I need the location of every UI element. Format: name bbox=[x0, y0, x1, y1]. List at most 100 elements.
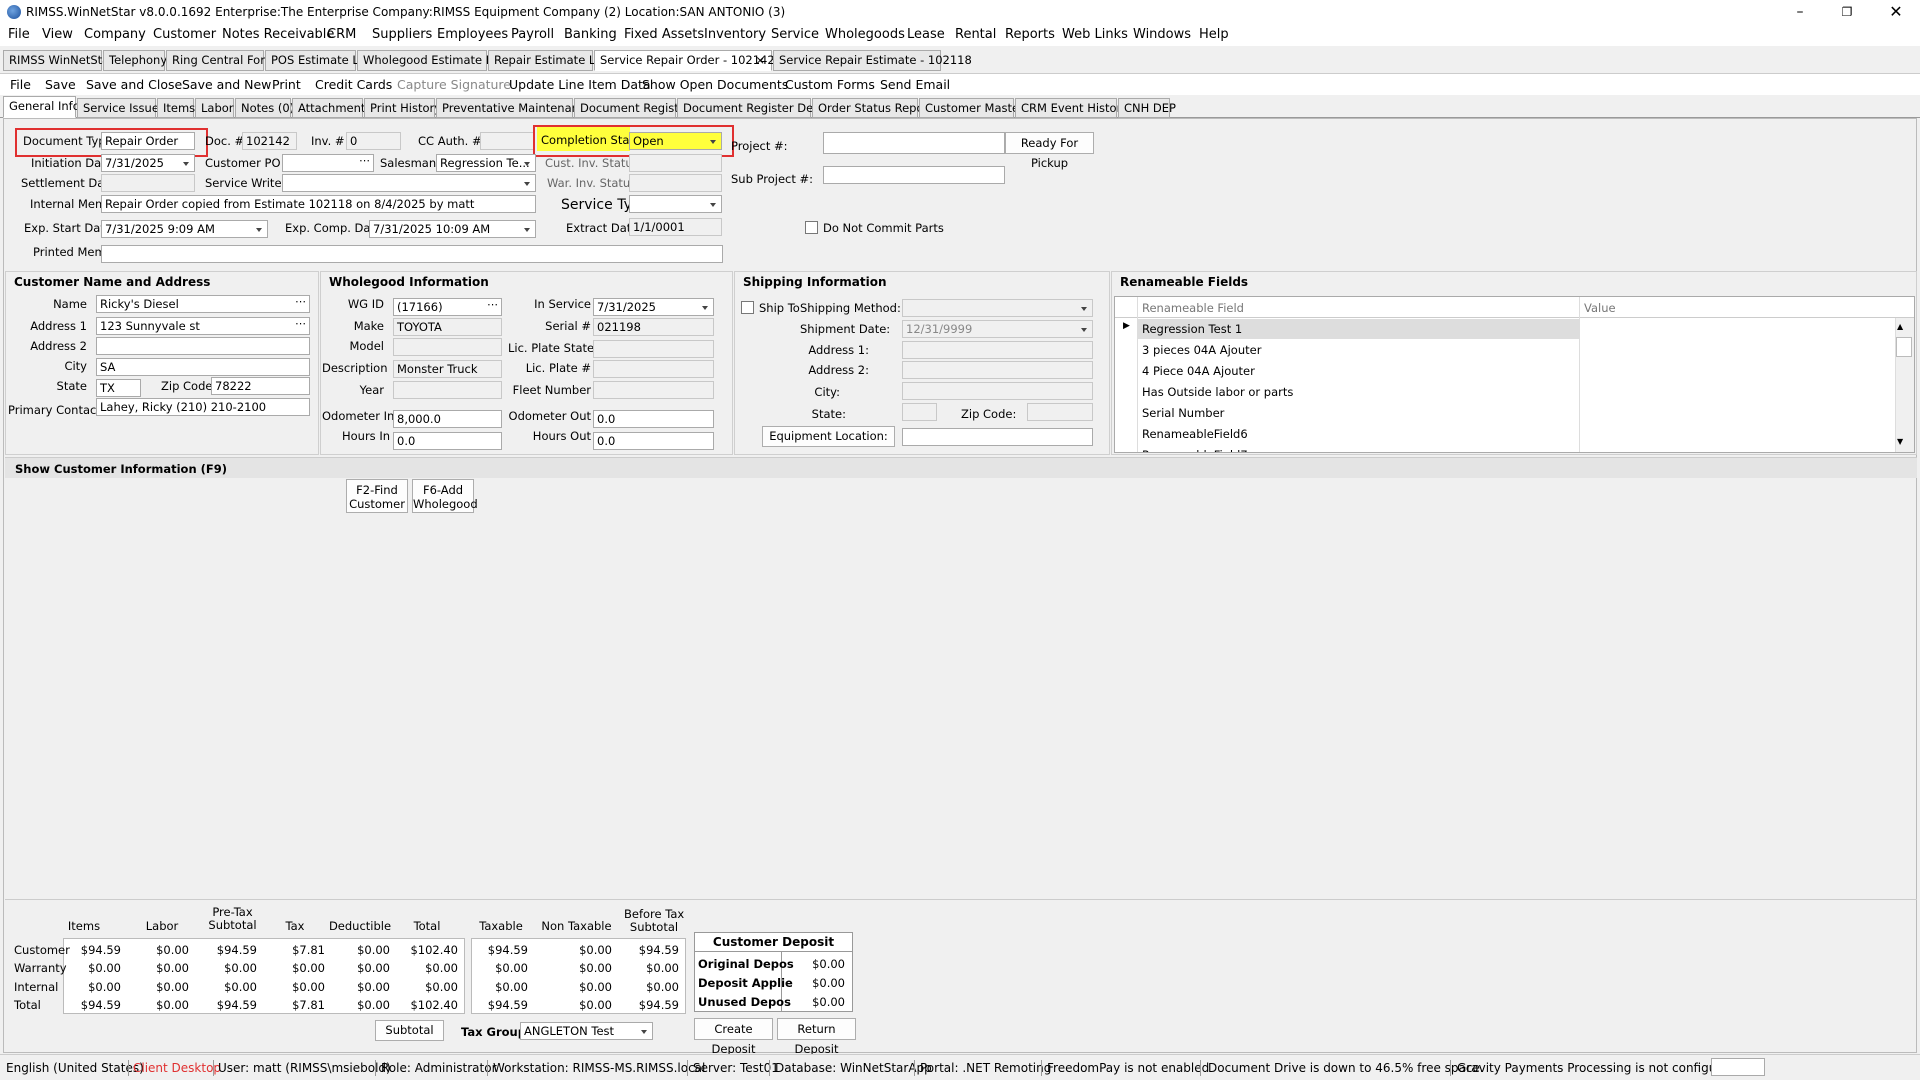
doc-number-field[interactable]: 102142 bbox=[242, 132, 297, 150]
grid-row[interactable]: RenameableField7 bbox=[1142, 448, 1248, 452]
inv-number-field[interactable]: 0 bbox=[346, 132, 401, 150]
city-field[interactable]: SA bbox=[96, 358, 310, 376]
internal-memo-field[interactable]: Repair Order copied from Estimate 102118… bbox=[101, 195, 536, 213]
menu-rental[interactable]: Rental bbox=[955, 27, 996, 42]
tab-document-register[interactable]: Document Register bbox=[574, 98, 691, 118]
show-customer-bar[interactable]: Show Customer Information (F9) bbox=[5, 457, 1917, 478]
menu-reports[interactable]: Reports bbox=[1005, 27, 1055, 42]
tab-telephony[interactable]: Telephony bbox=[103, 50, 167, 71]
odometer-in-field[interactable]: 8,000.0 bbox=[393, 410, 502, 428]
save-and-new-button[interactable]: Save and New bbox=[182, 77, 271, 92]
menu-windows[interactable]: Windows bbox=[1133, 27, 1191, 42]
tab-cnh-dep[interactable]: CNH DEP bbox=[1118, 98, 1176, 118]
tab-rimss-winnetstar[interactable]: RIMSS WinNetStar bbox=[3, 50, 114, 71]
menu-service[interactable]: Service bbox=[771, 27, 819, 42]
save-button[interactable]: Save bbox=[45, 77, 76, 92]
exp-start-date-field[interactable]: 7/31/2025 9:09 AM bbox=[101, 220, 268, 238]
printed-memo-field[interactable] bbox=[101, 245, 723, 263]
odometer-out-field[interactable]: 0.0 bbox=[593, 410, 714, 428]
tab-order-status-report[interactable]: Order Status Report bbox=[812, 98, 933, 118]
customer-po-field[interactable]: ⋯ bbox=[282, 154, 374, 172]
primary-contact-field[interactable]: Lahey, Ricky (210) 210-2100 bbox=[96, 398, 310, 416]
tab-wholegood-estimate-list[interactable]: Wholegood Estimate List bbox=[357, 50, 506, 71]
tab-service-issues[interactable]: Service Issues bbox=[77, 98, 165, 118]
menu-banking[interactable]: Banking bbox=[564, 27, 617, 42]
close-tab-icon[interactable]: × bbox=[755, 51, 765, 70]
grid-row[interactable]: Has Outside labor or parts bbox=[1142, 385, 1293, 399]
tab-ring-central-form[interactable]: Ring Central Form bbox=[166, 50, 276, 71]
credit-cards-button[interactable]: Credit Cards bbox=[315, 77, 392, 92]
exp-comp-date-field[interactable]: 7/31/2025 10:09 AM bbox=[369, 220, 536, 238]
hours-in-field[interactable]: 0.0 bbox=[393, 432, 502, 450]
ellipsis-icon[interactable]: ⋯ bbox=[295, 318, 306, 332]
update-line-item-data-button[interactable]: Update Line Item Data bbox=[509, 77, 651, 92]
service-type-dropdown[interactable] bbox=[629, 195, 722, 213]
hours-out-field[interactable]: 0.0 bbox=[593, 432, 714, 450]
toolbar-file[interactable]: File bbox=[10, 77, 31, 92]
tab-notes[interactable]: Notes (0) bbox=[235, 98, 294, 118]
salesman-dropdown[interactable]: Regression Te... bbox=[436, 154, 536, 172]
find-customer-button[interactable]: F2-Find Customer bbox=[346, 479, 408, 513]
tab-attachments[interactable]: Attachments bbox=[292, 98, 371, 118]
menu-crm[interactable]: CRM bbox=[327, 27, 356, 42]
equipment-location-field[interactable] bbox=[902, 428, 1093, 446]
project-field[interactable] bbox=[823, 132, 1005, 154]
menu-fixed-assets[interactable]: Fixed Assets bbox=[624, 27, 704, 42]
tab-service-repair-estimate[interactable]: Service Repair Estimate - 102118 bbox=[773, 50, 972, 71]
return-deposit-button[interactable]: Return Deposit bbox=[777, 1018, 856, 1056]
capture-signature-button[interactable]: Capture Signature bbox=[397, 77, 511, 92]
initiation-date-field[interactable]: 7/31/2025 bbox=[101, 154, 195, 172]
ellipsis-icon[interactable]: ⋯ bbox=[487, 299, 498, 313]
tab-print-history[interactable]: Print History bbox=[364, 98, 441, 118]
print-button[interactable]: Print bbox=[272, 77, 301, 92]
menu-help[interactable]: Help bbox=[1199, 27, 1229, 42]
scroll-down-icon[interactable]: ▼ bbox=[1897, 437, 1903, 446]
ready-for-pickup-button[interactable]: Ready For Pickup bbox=[1005, 132, 1094, 170]
menu-suppliers[interactable]: Suppliers bbox=[372, 27, 432, 42]
address2-field[interactable] bbox=[96, 337, 310, 355]
tab-repair-estimate-list[interactable]: Repair Estimate List bbox=[488, 50, 609, 71]
menu-company[interactable]: Company bbox=[84, 27, 146, 42]
menu-lease[interactable]: Lease bbox=[907, 27, 945, 42]
ellipsis-icon[interactable]: ⋯ bbox=[359, 155, 370, 169]
menu-inventory[interactable]: Inventory bbox=[704, 27, 766, 42]
customer-name-field[interactable]: Ricky's Diesel ⋯ bbox=[96, 295, 310, 313]
menu-file[interactable]: File bbox=[8, 27, 30, 42]
tab-items[interactable]: Items bbox=[157, 98, 195, 118]
menu-payroll[interactable]: Payroll bbox=[511, 27, 554, 42]
save-and-close-button[interactable]: Save and Close bbox=[86, 77, 182, 92]
ellipsis-icon[interactable]: ⋯ bbox=[295, 296, 306, 310]
state-field[interactable]: TX bbox=[96, 379, 141, 397]
service-writer-dropdown[interactable] bbox=[282, 174, 536, 192]
tab-crm-event-history[interactable]: CRM Event History bbox=[1015, 98, 1128, 118]
grid-row[interactable]: Regression Test 1 bbox=[1142, 322, 1242, 336]
tab-general-info[interactable]: General Info bbox=[3, 96, 80, 118]
tab-document-register-detail[interactable]: Document Register Detail bbox=[677, 98, 831, 118]
sub-project-field[interactable] bbox=[823, 166, 1005, 184]
close-window-icon[interactable]: ✕ bbox=[1876, 2, 1916, 22]
show-open-documents-button[interactable]: Show Open Documents bbox=[642, 77, 788, 92]
subtotal-button[interactable]: Subtotal bbox=[375, 1020, 444, 1041]
menu-web-links[interactable]: Web Links bbox=[1062, 27, 1128, 42]
restore-icon[interactable]: ❐ bbox=[1827, 2, 1867, 22]
custom-forms-button[interactable]: Custom Forms bbox=[785, 77, 875, 92]
menu-view[interactable]: View bbox=[42, 27, 73, 42]
create-deposit-button[interactable]: Create Deposit bbox=[694, 1018, 773, 1056]
menu-wholegoods[interactable]: Wholegoods bbox=[825, 27, 905, 42]
tax-group-dropdown[interactable]: ANGLETON Test bbox=[520, 1022, 653, 1040]
grid-row[interactable]: Serial Number bbox=[1142, 406, 1224, 420]
equipment-location-button[interactable]: Equipment Location: bbox=[762, 426, 895, 447]
scroll-thumb[interactable] bbox=[1896, 337, 1912, 357]
tab-customer-master[interactable]: Customer Master bbox=[919, 98, 1024, 118]
menu-customer[interactable]: Customer bbox=[153, 27, 216, 42]
grid-row[interactable]: RenameableField6 bbox=[1142, 427, 1248, 441]
do-not-commit-parts-checkbox[interactable] bbox=[805, 221, 818, 234]
send-email-button[interactable]: Send Email bbox=[880, 77, 950, 92]
address1-field[interactable]: 123 Sunnyvale st ⋯ bbox=[96, 317, 310, 335]
tab-labor[interactable]: Labor bbox=[195, 98, 234, 118]
ship-to-checkbox[interactable] bbox=[741, 301, 754, 314]
tab-preventative-maintenance[interactable]: Preventative Maintenance bbox=[436, 98, 592, 118]
shipment-date-field[interactable]: 12/31/9999 bbox=[902, 320, 1093, 338]
menu-employees[interactable]: Employees bbox=[437, 27, 508, 42]
shipping-method-dropdown[interactable] bbox=[902, 299, 1093, 317]
